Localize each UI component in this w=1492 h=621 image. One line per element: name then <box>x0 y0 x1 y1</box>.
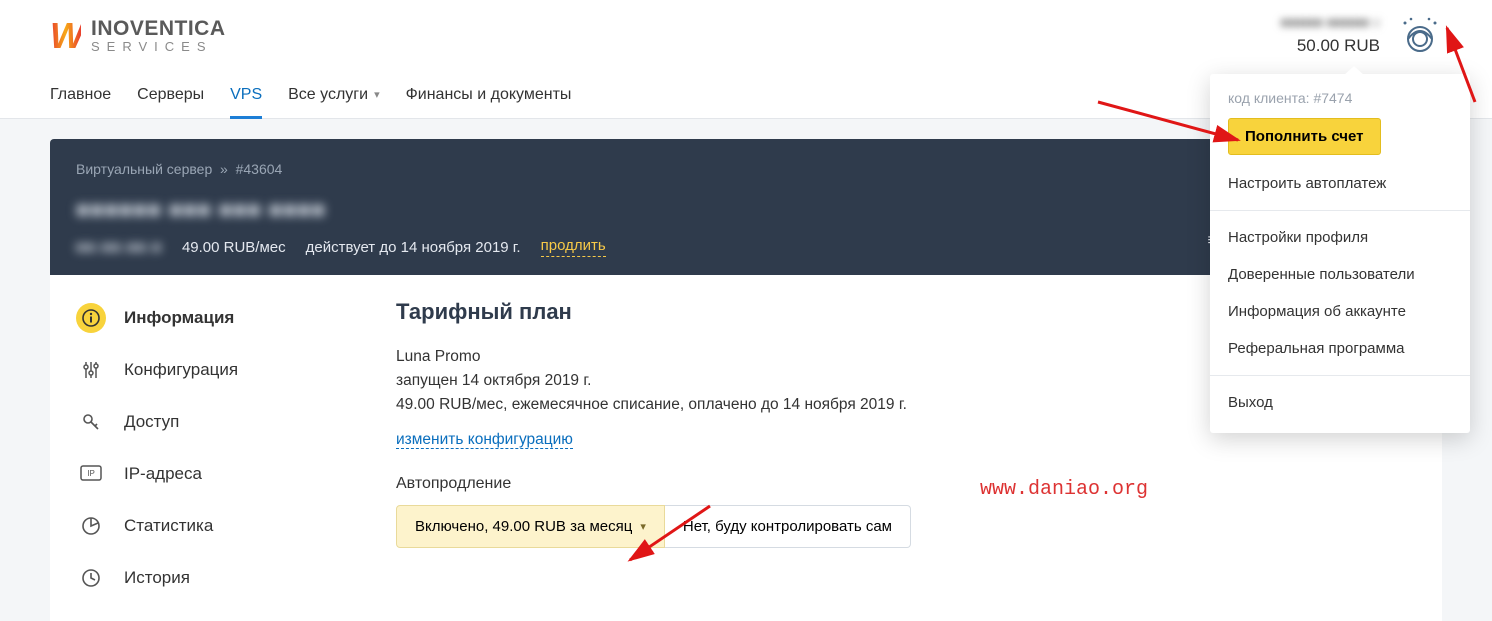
sidebar-item-label: Информация <box>124 308 234 328</box>
server-valid-until: действует до 14 ноября 2019 г. <box>306 239 521 256</box>
sidebar-item-label: IP-адреса <box>124 464 202 484</box>
side-nav: Информация Конфигурация Доступ IP IP-адр… <box>76 299 396 597</box>
watermark-text: www.daniao.org <box>980 478 1148 501</box>
autorenewal-segmented: Включено, 49.00 RUB за месяц ▾ Нет, буду… <box>396 505 1416 548</box>
nav-finance[interactable]: Финансы и документы <box>406 71 572 118</box>
divider <box>1210 375 1470 376</box>
side-ip-addresses[interactable]: IP IP-адреса <box>76 455 396 493</box>
sliders-icon <box>76 355 106 385</box>
annotation-arrow-icon <box>620 498 720 578</box>
sidebar-item-label: Доступ <box>124 412 179 432</box>
topup-button[interactable]: Пополнить счет <box>1228 118 1381 155</box>
nav-vps[interactable]: VPS <box>230 71 262 118</box>
change-config-link[interactable]: изменить конфигурацию <box>396 431 573 449</box>
ip-icon: IP <box>76 459 106 489</box>
nav-main[interactable]: Главное <box>50 71 111 118</box>
sidebar-item-label: История <box>124 568 190 588</box>
nav-all-services[interactable]: Все услуги ▾ <box>288 71 379 118</box>
dd-autopay[interactable]: Настроить автоплатеж <box>1210 165 1470 202</box>
logo[interactable]: W INOVENTICA SERVICES <box>50 15 226 57</box>
pie-chart-icon <box>76 511 106 541</box>
annotation-arrow-icon <box>1090 82 1250 152</box>
header-bar: W INOVENTICA SERVICES ■■■■■ ■■■■■ v 50.0… <box>0 0 1492 71</box>
header-user-area: ■■■■■ ■■■■■ v 50.00 RUB <box>1281 12 1442 59</box>
server-ip: ■■.■■.■■.■ <box>76 239 162 256</box>
side-statistics[interactable]: Статистика <box>76 507 396 545</box>
autorenewal-label: Автопродление <box>396 475 1416 493</box>
dd-account-info[interactable]: Информация об аккаунте <box>1210 293 1470 330</box>
side-access[interactable]: Доступ <box>76 403 396 441</box>
annotation-arrow-icon <box>1435 20 1492 110</box>
user-balance: 50.00 RUB <box>1281 33 1380 59</box>
dd-referral[interactable]: Реферальная программа <box>1210 330 1470 367</box>
dd-profile-settings[interactable]: Настройки профиля <box>1210 219 1470 256</box>
side-information[interactable]: Информация <box>76 299 396 337</box>
dd-trusted-users[interactable]: Доверенные пользователи <box>1210 256 1470 293</box>
clock-icon <box>76 563 106 593</box>
chevron-down-icon: ▾ <box>374 88 380 101</box>
divider <box>1210 210 1470 211</box>
server-price: 49.00 RUB/мес <box>182 239 286 256</box>
svg-text:IP: IP <box>87 469 95 478</box>
nav-left: Главное Серверы VPS Все услуги ▾ Финансы… <box>50 71 571 118</box>
dd-logout[interactable]: Выход <box>1210 384 1470 421</box>
crumb-id: #43604 <box>236 161 283 177</box>
user-name: ■■■■■ ■■■■■ v <box>1281 12 1380 33</box>
side-history[interactable]: История <box>76 559 396 597</box>
info-icon <box>76 303 106 333</box>
sidebar-item-label: Конфигурация <box>124 360 238 380</box>
user-block[interactable]: ■■■■■ ■■■■■ v 50.00 RUB <box>1281 12 1380 59</box>
logo-text: INOVENTICA SERVICES <box>91 18 226 54</box>
logo-mark-icon: W <box>50 15 81 57</box>
side-configuration[interactable]: Конфигурация <box>76 351 396 389</box>
sidebar-item-label: Статистика <box>124 516 213 536</box>
crumb-parent[interactable]: Виртуальный сервер <box>76 161 212 177</box>
key-icon <box>76 407 106 437</box>
prolong-link[interactable]: продлить <box>541 237 606 257</box>
nav-servers[interactable]: Серверы <box>137 71 204 118</box>
